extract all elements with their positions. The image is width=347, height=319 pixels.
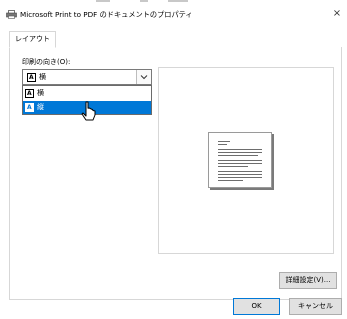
orientation-icon: A [25, 89, 34, 98]
orientation-icon: A [25, 103, 34, 112]
tab-layout[interactable]: レイアウト [9, 31, 56, 48]
orientation-icon: A [27, 73, 36, 82]
cancel-button[interactable]: キャンセル [289, 298, 342, 315]
chevron-down-icon [140, 75, 148, 80]
orientation-combobox[interactable]: A 横 [22, 69, 152, 85]
ok-button[interactable]: OK [233, 298, 280, 315]
orientation-option-landscape[interactable]: A 横 [23, 87, 151, 100]
window-title: Microsoft Print to PDF のドキュメントのプロパティ [20, 10, 193, 19]
orientation-current-value: 横 [39, 73, 46, 81]
orientation-label: 印刷の向き(O): [22, 58, 71, 66]
close-icon[interactable]: × [331, 8, 343, 20]
printer-icon [6, 10, 17, 19]
page-preview-icon [208, 132, 272, 188]
combobox-dropdown-button[interactable] [136, 70, 151, 84]
mouse-cursor-icon [81, 101, 96, 121]
advanced-settings-button[interactable]: 詳細設定(V)... [279, 272, 337, 289]
